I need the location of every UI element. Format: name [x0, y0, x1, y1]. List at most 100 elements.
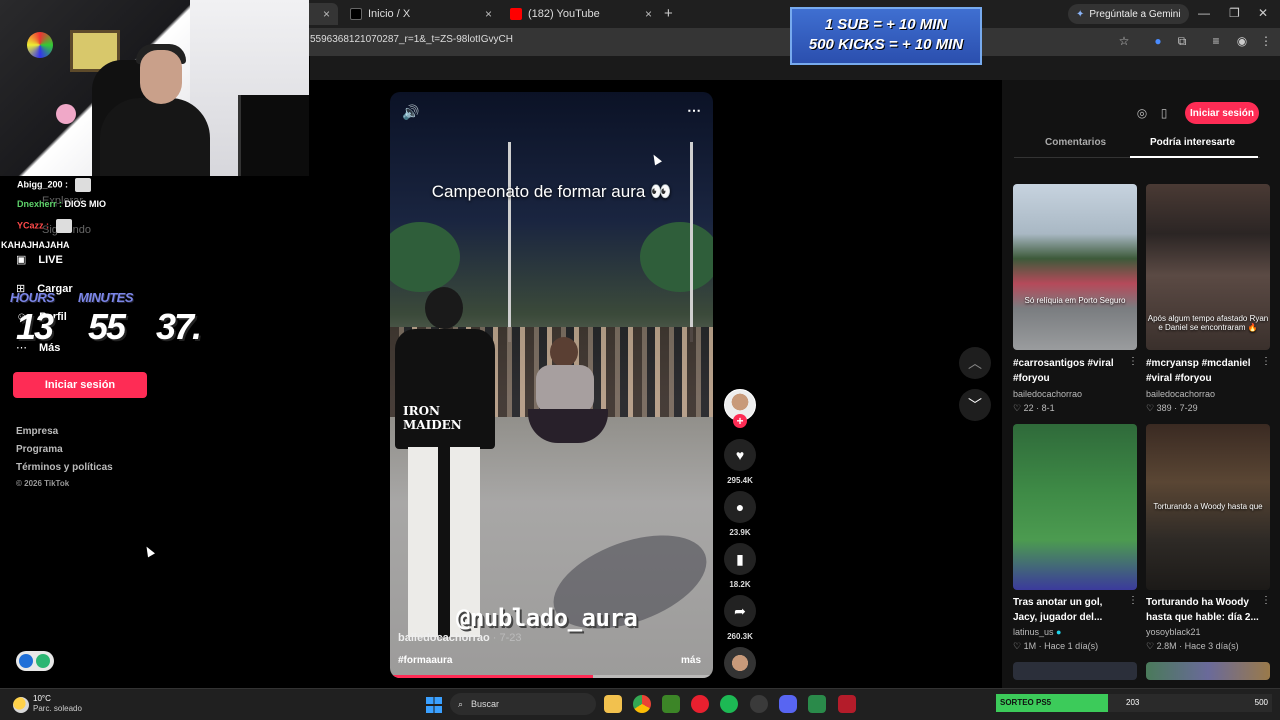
thumbnail-caption: Após algum tempo afastado Ryan e Daniel …: [1147, 314, 1269, 332]
phone-icon[interactable]: ▯: [1156, 106, 1172, 122]
video-player[interactable]: IRON MAIDEN Campeonato de formar aura 👀 …: [390, 92, 713, 678]
gemini-button[interactable]: ✦ Pregúntale a Gemini: [1068, 4, 1189, 24]
save-button[interactable]: ▮: [724, 543, 756, 575]
decoration: [56, 104, 76, 124]
video-thumbnail[interactable]: Só relíquia em Porto Seguro: [1013, 184, 1137, 350]
extensions-puzzle-icon[interactable]: ⧉: [1174, 34, 1190, 50]
video-thumbnail[interactable]: [1013, 662, 1137, 680]
login-button[interactable]: Iniciar sesión: [13, 372, 147, 398]
coin-icon[interactable]: ◎: [1134, 106, 1150, 122]
weather-temp[interactable]: 10°C: [33, 694, 51, 703]
app-icon[interactable]: [808, 695, 826, 713]
video-thumbnail[interactable]: [1013, 424, 1137, 590]
like-button[interactable]: ♥: [724, 439, 756, 471]
header-login-button[interactable]: Iniciar sesión: [1185, 102, 1259, 124]
follow-plus-icon[interactable]: +: [733, 414, 747, 428]
card-title[interactable]: Torturando ha Woody hasta que hable: día…: [1146, 595, 1262, 625]
card-user[interactable]: bailedocachorrao: [1146, 389, 1215, 399]
card-user[interactable]: yosoyblack21: [1146, 627, 1201, 637]
comment-button[interactable]: ●: [724, 491, 756, 523]
video-thumbnail[interactable]: Após algum tempo afastado Ryan e Daniel …: [1146, 184, 1270, 350]
card-user[interactable]: bailedocachorrao: [1013, 389, 1082, 399]
dancer-torso: [536, 365, 594, 413]
chat-text: KAHAJHAJAHA: [1, 240, 70, 250]
video-menu-icon[interactable]: ⋯: [687, 102, 701, 119]
footer-link-program[interactable]: Programa: [16, 444, 63, 455]
goal-target: 500: [1254, 698, 1268, 707]
share-button[interactable]: ➦: [724, 595, 756, 627]
music-disc-icon[interactable]: [724, 647, 756, 679]
verified-badge-icon: ●: [1056, 627, 1062, 637]
app-icon: [19, 654, 33, 668]
card-title[interactable]: Tras anotar un gol, Jacy, jugador del...: [1013, 595, 1129, 625]
menu-kebab-icon[interactable]: ⋮: [1258, 34, 1274, 50]
card-menu-icon[interactable]: ⋮: [1261, 356, 1271, 367]
minimize-icon[interactable]: —: [1198, 6, 1210, 20]
bookmark-icon: ▮: [736, 550, 744, 567]
media-control-icon[interactable]: ≡: [1208, 34, 1224, 50]
steam-icon[interactable]: [750, 695, 768, 713]
card-menu-icon[interactable]: ⋮: [1128, 356, 1138, 367]
sidebar-item-live[interactable]: ▣ LIVE: [16, 253, 63, 267]
tab-you-may-like[interactable]: Podría interesarte: [1150, 137, 1235, 148]
chat-text: DIOS MIO: [64, 199, 107, 209]
profile-avatar-icon[interactable]: ◉: [1234, 34, 1250, 50]
tab-x[interactable]: Inicio / X ×: [342, 3, 500, 25]
video-caption: Campeonato de formar aura 👀: [431, 182, 672, 201]
chat-emote: [55, 219, 72, 233]
author-name[interactable]: bailedocachorrao: [398, 632, 490, 644]
person-shirt: IRON MAIDEN: [395, 329, 495, 449]
file-explorer-icon[interactable]: [604, 695, 622, 713]
chrome-icon[interactable]: [633, 695, 651, 713]
post-date: · 7-23: [492, 632, 522, 644]
close-window-icon[interactable]: ✕: [1258, 6, 1268, 20]
card-user[interactable]: latinus_us ●: [1013, 627, 1061, 637]
video-hashtag[interactable]: #formaaura: [398, 655, 452, 666]
maximize-icon[interactable]: ❐: [1229, 6, 1240, 20]
weather-desc[interactable]: Parc. soleado: [33, 704, 82, 713]
sub-goal-banner: 1 SUB = + 10 MIN 500 KICKS = + 10 MIN: [790, 7, 982, 65]
card-title[interactable]: #carrosantigos #viral #foryou: [1013, 356, 1129, 386]
card-user-name[interactable]: latinus_us: [1013, 627, 1054, 637]
spotify-icon[interactable]: [720, 695, 738, 713]
discord-icon[interactable]: [779, 695, 797, 713]
timer-hours-label: HOURS: [10, 290, 55, 305]
video-progress-bar[interactable]: [390, 675, 713, 678]
windows-start-icon[interactable]: [426, 697, 442, 713]
footer-link-company[interactable]: Empresa: [16, 426, 58, 437]
tab-comments[interactable]: Comentarios: [1045, 137, 1106, 148]
tree: [390, 222, 460, 292]
giveaway-goal-bar: SORTEO PS5 203 500: [996, 694, 1272, 712]
close-icon[interactable]: ×: [485, 7, 492, 21]
timer-minutes: 55: [88, 306, 126, 347]
video-thumbnail[interactable]: [1146, 662, 1270, 680]
footer-link-terms[interactable]: Términos y políticas: [16, 462, 113, 473]
heart-icon: ♥: [735, 447, 745, 463]
opera-icon[interactable]: [691, 695, 709, 713]
minecraft-icon[interactable]: [662, 695, 680, 713]
weather-sun-cloud-icon[interactable]: [13, 697, 29, 713]
previous-video-button[interactable]: ︿: [959, 347, 991, 379]
card-stats: ♡ 1M · Hace 1 día(s): [1013, 641, 1099, 651]
tree: [640, 222, 713, 292]
tab-youtube[interactable]: (182) YouTube ×: [502, 3, 660, 25]
close-icon[interactable]: ×: [645, 7, 652, 21]
card-menu-icon[interactable]: ⋮: [1128, 595, 1138, 606]
bookmark-star-icon[interactable]: ☆: [1116, 34, 1132, 50]
volume-icon[interactable]: 🔊: [402, 104, 419, 121]
monitor: [238, 95, 309, 176]
video-author[interactable]: bailedocachorrao · 7-23: [398, 632, 522, 644]
chat-message: YCazz :: [17, 219, 72, 233]
url-text[interactable]: 5596368121070287_r=1&_t=ZS-98lotIGvyCH: [310, 34, 513, 45]
close-icon[interactable]: ×: [323, 7, 330, 21]
extension-icon[interactable]: ●: [1150, 34, 1166, 50]
app-icon[interactable]: [838, 695, 856, 713]
chat-emote: [74, 178, 91, 192]
card-menu-icon[interactable]: ⋮: [1261, 595, 1271, 606]
more-link[interactable]: más: [681, 655, 701, 666]
new-tab-button[interactable]: +: [664, 5, 673, 22]
video-thumbnail[interactable]: Torturando a Woody hasta que: [1146, 424, 1270, 590]
card-title[interactable]: #mcryansp #mcdaniel #viral #foryou: [1146, 356, 1262, 386]
next-video-button[interactable]: ﹀: [959, 389, 991, 421]
taskbar-search[interactable]: ⌕ Buscar: [450, 693, 596, 715]
